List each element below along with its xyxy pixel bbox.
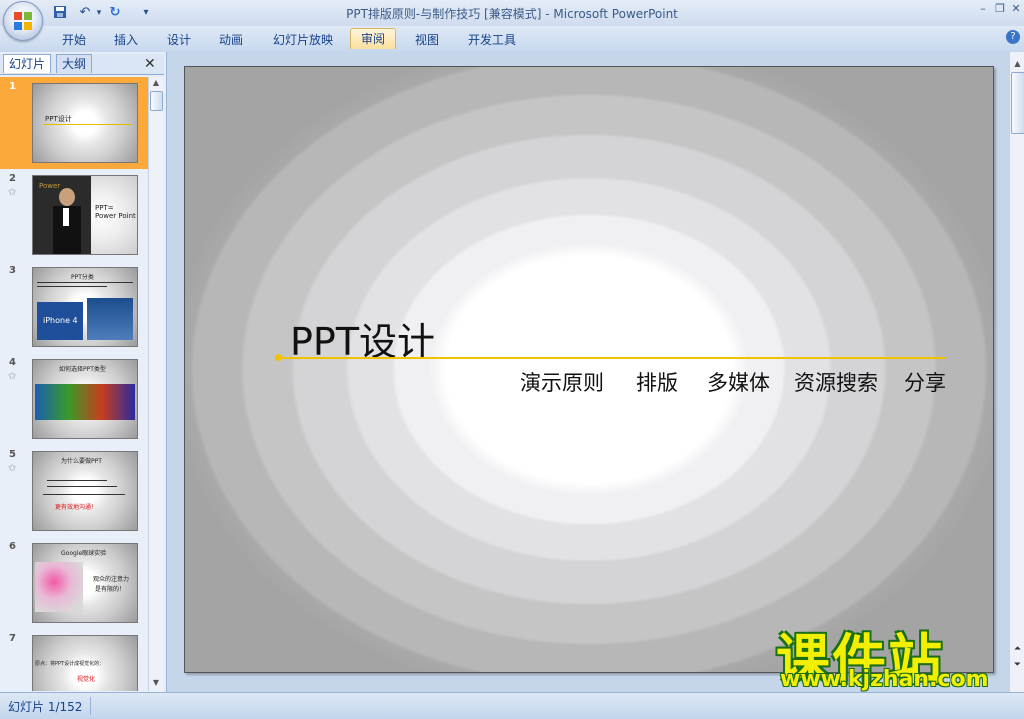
watermark-url: www.kjzhan.com <box>780 667 989 692</box>
previous-slide-icon[interactable]: ⏶ <box>1010 642 1024 656</box>
thumb-title: 如何选择PPT类型 <box>59 366 106 373</box>
thumbnail-row[interactable]: 6 Google眼球实验 观众的注意力 是有限的！ <box>0 537 148 629</box>
tab-review[interactable]: 审阅 <box>350 28 396 49</box>
panel-close-icon[interactable]: ✕ <box>144 56 156 72</box>
thumb-line: 是有限的！ <box>95 586 126 593</box>
slide-thumbnail[interactable]: PPT分类 iPhone 4 <box>32 267 138 347</box>
thumb-photo <box>35 384 135 420</box>
status-bar: 幻灯片 1/152 <box>0 692 1024 719</box>
accent-line <box>279 357 945 359</box>
tab-slides[interactable]: 幻灯片 <box>3 54 52 73</box>
thumbnail-scrollbar[interactable]: ▲ ▼ <box>148 77 163 691</box>
office-button[interactable] <box>3 1 43 41</box>
thumb-line: 更有效地沟通！ <box>55 504 98 511</box>
scroll-down-icon[interactable]: ▼ <box>149 677 163 689</box>
thumb-photo <box>87 298 133 340</box>
close-button[interactable]: ✕ <box>1008 2 1024 16</box>
thumbnail-row[interactable]: 4 ✩ 如何选择PPT类型 <box>0 353 148 445</box>
thumb-title: PPT设计 <box>45 115 72 123</box>
tab-design[interactable]: 设计 <box>164 30 194 50</box>
window-title: PPT排版原则-与制作技巧 [兼容模式] - Microsoft PowerPo… <box>346 7 678 21</box>
thumbnail-row[interactable]: 3 PPT分类 iPhone 4 <box>0 261 148 353</box>
slide-thumbnail[interactable]: PPT设计 <box>32 83 138 163</box>
next-slide-icon[interactable]: ⏷ <box>1010 658 1024 672</box>
thumbnail-row[interactable]: 2 ✩ Power PPT= Power Point <box>0 169 148 261</box>
scroll-up-icon[interactable]: ▲ <box>1010 58 1024 70</box>
status-divider <box>90 697 91 715</box>
tab-slideshow[interactable]: 幻灯片放映 <box>270 30 336 50</box>
slide-thumbnail[interactable]: Google眼球实验 观众的注意力 是有限的！ <box>32 543 138 623</box>
thumb-line: 观众的注意力 <box>93 576 130 583</box>
animation-star-icon: ✩ <box>8 463 17 474</box>
subtitle-layout[interactable]: 排版 <box>636 367 678 397</box>
slide-thumbnail[interactable]: Power PPT= Power Point <box>32 175 138 255</box>
thumb-photo <box>35 562 83 612</box>
thumbnail-row[interactable]: 7 原点：将PPT设计成视觉化的： 视觉化 <box>0 629 148 691</box>
restore-button[interactable]: ❐ <box>992 2 1008 16</box>
thumb-line: 视觉化 <box>77 676 96 683</box>
animation-star-icon: ✩ <box>8 371 17 382</box>
scroll-thumb[interactable] <box>1011 72 1024 134</box>
slide-number: 6 <box>9 541 16 552</box>
slide-thumbnail[interactable]: 如何选择PPT类型 <box>32 359 138 439</box>
subtitle-multimedia[interactable]: 多媒体 <box>707 367 770 397</box>
scroll-thumb[interactable] <box>150 91 163 111</box>
tab-outline[interactable]: 大纲 <box>56 54 93 73</box>
thumbnail-row[interactable]: 1 PPT设计 <box>0 77 148 169</box>
help-icon[interactable]: ? <box>1006 30 1020 44</box>
slide-scrollbar[interactable]: ▲ ⏶ ⏷ <box>1009 52 1024 692</box>
thumb-title: 原点：将PPT设计成视觉化的： <box>35 661 105 667</box>
slide-thumbnail[interactable]: 原点：将PPT设计成视觉化的： 视觉化 <box>32 635 138 691</box>
thumb-title: PPT分类 <box>71 274 94 281</box>
subtitle-principles[interactable]: 演示原则 <box>520 367 604 397</box>
minimize-button[interactable]: – <box>975 2 991 16</box>
thumbnail-list: 1 PPT设计 2 ✩ Power PPT= Power Point 3 PPT… <box>0 77 148 691</box>
subtitle-resource-search[interactable]: 资源搜索 <box>794 367 878 397</box>
slide-canvas[interactable]: PPT设计 演示原则 排版 多媒体 资源搜索 分享 <box>184 66 994 673</box>
animation-star-icon: ✩ <box>8 187 17 198</box>
thumb-title: PPT= Power Point <box>95 204 136 220</box>
thumb-photo: Power <box>33 176 91 254</box>
tab-insert[interactable]: 插入 <box>112 30 140 50</box>
slide-counter: 幻灯片 1/152 <box>8 700 83 714</box>
thumb-accent-line <box>43 124 131 125</box>
slide-number: 7 <box>9 633 16 644</box>
thumbnail-row[interactable]: 5 ✩ 为什么要做PPT 更有效地沟通！ <box>0 445 148 537</box>
scroll-up-icon[interactable]: ▲ <box>149 77 163 89</box>
subtitle-share[interactable]: 分享 <box>904 367 946 397</box>
tab-developer[interactable]: 开发工具 <box>464 30 520 50</box>
office-logo-icon <box>14 12 32 30</box>
thumb-photo: iPhone 4 <box>37 302 83 340</box>
slide-number: 2 <box>9 173 16 184</box>
slide-number: 3 <box>9 265 16 276</box>
thumb-title: Google眼球实验 <box>61 550 107 557</box>
slide-number: 4 <box>9 357 16 368</box>
tab-animation[interactable]: 动画 <box>216 30 246 50</box>
slide-thumbnail[interactable]: 为什么要做PPT 更有效地沟通！ <box>32 451 138 531</box>
slide-number: 5 <box>9 449 16 460</box>
thumb-title: 为什么要做PPT <box>61 458 102 465</box>
tab-view[interactable]: 视图 <box>412 30 442 50</box>
tab-home[interactable]: 开始 <box>58 30 90 50</box>
slide-number: 1 <box>9 81 16 92</box>
